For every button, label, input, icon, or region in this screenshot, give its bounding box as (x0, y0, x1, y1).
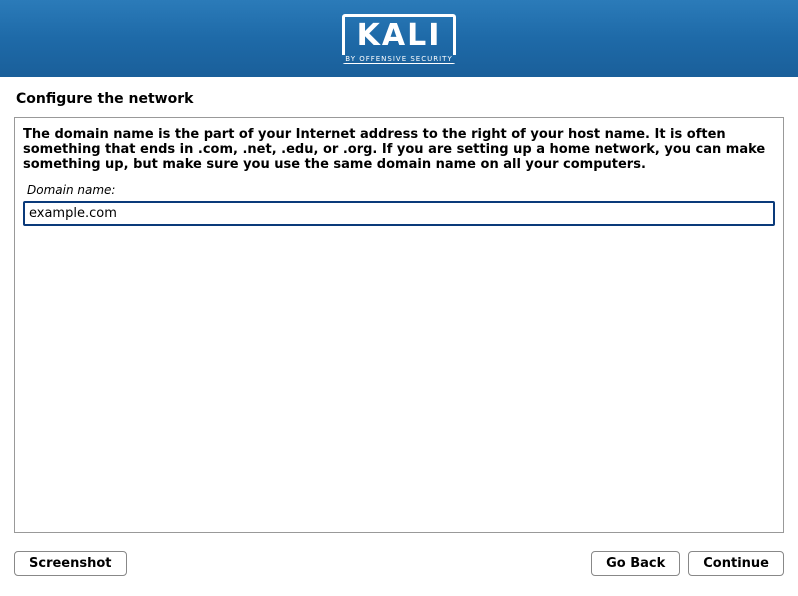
domain-name-input[interactable] (23, 201, 775, 226)
page-title: Configure the network (0, 77, 798, 117)
continue-button[interactable]: Continue (688, 551, 784, 576)
nav-button-group: Go Back Continue (591, 551, 784, 576)
kali-logo: KALI BY OFFENSIVE SECURITY (342, 14, 457, 64)
logo-text: KALI (357, 21, 442, 51)
screenshot-button[interactable]: Screenshot (14, 551, 127, 576)
logo-subtitle: BY OFFENSIVE SECURITY (341, 55, 456, 63)
button-bar: Screenshot Go Back Continue (0, 533, 798, 576)
domain-name-label: Domain name: (19, 173, 779, 201)
go-back-button[interactable]: Go Back (591, 551, 680, 576)
header-banner: KALI BY OFFENSIVE SECURITY (0, 0, 798, 77)
content-panel: The domain name is the part of your Inte… (14, 117, 784, 533)
description-text: The domain name is the part of your Inte… (19, 128, 779, 173)
